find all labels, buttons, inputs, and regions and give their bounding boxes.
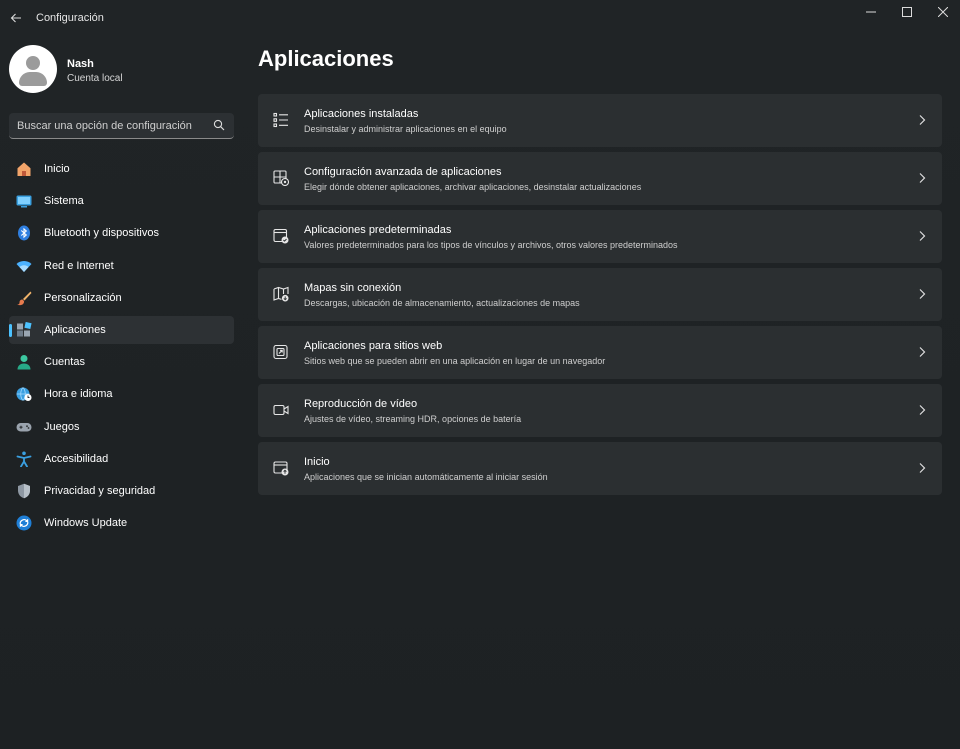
map-download-icon <box>272 285 290 303</box>
card-aplicaciones-sitios-web[interactable]: Aplicaciones para sitios web Sitios web … <box>258 326 942 379</box>
accessibility-icon <box>16 451 32 467</box>
account-type: Cuenta local <box>67 73 123 84</box>
close-button[interactable] <box>927 0 959 24</box>
sidebar-item-label: Red e Internet <box>44 259 114 272</box>
maximize-button[interactable] <box>891 0 923 24</box>
arrow-left-icon <box>10 13 21 23</box>
chevron-right-icon <box>919 405 926 415</box>
settings-card-list: Aplicaciones instaladas Desinstalar y ad… <box>258 94 942 500</box>
list-icon <box>272 111 290 129</box>
card-title: Reproducción de vídeo <box>304 398 418 410</box>
title-bar: Configuración <box>0 0 960 36</box>
search-icon[interactable] <box>213 119 225 131</box>
sidebar-item-hora-idioma[interactable]: Hora e idioma <box>9 380 234 408</box>
app-title: Configuración <box>36 12 104 24</box>
wifi-icon <box>16 258 32 274</box>
sidebar-item-label: Juegos <box>44 420 80 433</box>
card-description: Elegir dónde obtener aplicaciones, archi… <box>304 182 642 192</box>
card-title: Inicio <box>304 456 330 468</box>
avatar-body <box>19 72 47 86</box>
sidebar-item-privacidad[interactable]: Privacidad y seguridad <box>9 477 234 505</box>
startup-icon <box>272 459 290 477</box>
avatar-head <box>26 56 40 70</box>
card-description: Aplicaciones que se inician automáticame… <box>304 472 548 482</box>
sidebar-item-accesibilidad[interactable]: Accesibilidad <box>9 445 234 473</box>
sidebar-item-personalizacion[interactable]: Personalización <box>9 284 234 312</box>
update-icon <box>16 515 32 531</box>
paintbrush-icon <box>16 290 32 306</box>
card-title: Aplicaciones predeterminadas <box>304 224 452 236</box>
bluetooth-icon <box>16 225 32 241</box>
chevron-right-icon <box>919 231 926 241</box>
close-icon <box>938 7 948 17</box>
back-button[interactable] <box>6 8 26 28</box>
card-mapas-sin-conexion[interactable]: Mapas sin conexión Descargas, ubicación … <box>258 268 942 321</box>
open-external-icon <box>272 343 290 361</box>
sidebar-item-inicio[interactable]: Inicio <box>9 155 234 183</box>
card-configuracion-avanzada[interactable]: Configuración avanzada de aplicaciones E… <box>258 152 942 205</box>
default-apps-icon <box>272 227 290 245</box>
sidebar-item-windows-update[interactable]: Windows Update <box>9 509 234 537</box>
apps-icon <box>16 321 32 338</box>
search-box[interactable] <box>9 113 234 139</box>
globe-clock-icon <box>16 386 32 402</box>
user-name: Nash <box>67 58 94 70</box>
sidebar-item-bluetooth[interactable]: Bluetooth y dispositivos <box>9 219 234 247</box>
card-aplicaciones-predeterminadas[interactable]: Aplicaciones predeterminadas Valores pre… <box>258 210 942 263</box>
sidebar-item-label: Bluetooth y dispositivos <box>44 227 159 240</box>
card-reproduccion-video[interactable]: Reproducción de vídeo Ajustes de vídeo, … <box>258 384 942 437</box>
sidebar-item-label: Personalización <box>44 291 122 304</box>
sidebar-item-juegos[interactable]: Juegos <box>9 413 234 441</box>
chevron-right-icon <box>919 289 926 299</box>
card-aplicaciones-instaladas[interactable]: Aplicaciones instaladas Desinstalar y ad… <box>258 94 942 147</box>
card-description: Sitios web que se pueden abrir en una ap… <box>304 356 606 366</box>
sidebar-item-label: Cuentas <box>44 356 85 369</box>
person-icon <box>16 354 32 370</box>
card-inicio[interactable]: Inicio Aplicaciones que se inician autom… <box>258 442 942 495</box>
card-title: Mapas sin conexión <box>304 282 402 294</box>
card-description: Ajustes de vídeo, streaming HDR, opcione… <box>304 414 522 424</box>
minimize-button[interactable] <box>855 0 887 24</box>
sidebar-item-sistema[interactable]: Sistema <box>9 187 234 215</box>
card-description: Desinstalar y administrar aplicaciones e… <box>304 124 507 134</box>
card-title: Aplicaciones instaladas <box>304 108 419 120</box>
monitor-icon <box>16 193 32 209</box>
settings-window: Configuración Nash Cuenta local Inicio <box>0 0 960 749</box>
apps-gear-icon <box>272 169 290 187</box>
sidebar-item-label: Accesibilidad <box>44 452 109 465</box>
sidebar-item-label: Hora e idioma <box>44 388 113 401</box>
avatar[interactable] <box>9 45 57 93</box>
sidebar-item-label: Sistema <box>44 195 84 208</box>
shield-icon <box>16 483 32 499</box>
card-description: Descargas, ubicación de almacenamiento, … <box>304 298 580 308</box>
minimize-icon <box>866 11 876 13</box>
chevron-right-icon <box>919 115 926 125</box>
gamepad-icon <box>16 419 32 435</box>
sidebar-item-label: Privacidad y seguridad <box>44 484 156 497</box>
card-title: Aplicaciones para sitios web <box>304 340 443 352</box>
sidebar-item-label: Windows Update <box>44 517 128 530</box>
card-description: Valores predeterminados para los tipos d… <box>304 240 678 250</box>
chevron-right-icon <box>919 173 926 183</box>
sidebar-item-label: Inicio <box>44 163 70 175</box>
sidebar-nav: Inicio Sistema Bluetooth y dispositivos … <box>9 155 234 541</box>
card-title: Configuración avanzada de aplicaciones <box>304 166 502 178</box>
sidebar-item-label: Aplicaciones <box>44 323 106 336</box>
chevron-right-icon <box>919 463 926 473</box>
sidebar-item-red[interactable]: Red e Internet <box>9 252 234 280</box>
chevron-right-icon <box>919 347 926 357</box>
home-icon <box>16 161 32 177</box>
maximize-icon <box>902 7 912 17</box>
sidebar-item-aplicaciones[interactable]: Aplicaciones <box>9 315 234 344</box>
video-icon <box>272 401 290 419</box>
sidebar-item-cuentas[interactable]: Cuentas <box>9 348 234 376</box>
search-input[interactable] <box>9 119 204 132</box>
page-title: Aplicaciones <box>258 46 394 71</box>
